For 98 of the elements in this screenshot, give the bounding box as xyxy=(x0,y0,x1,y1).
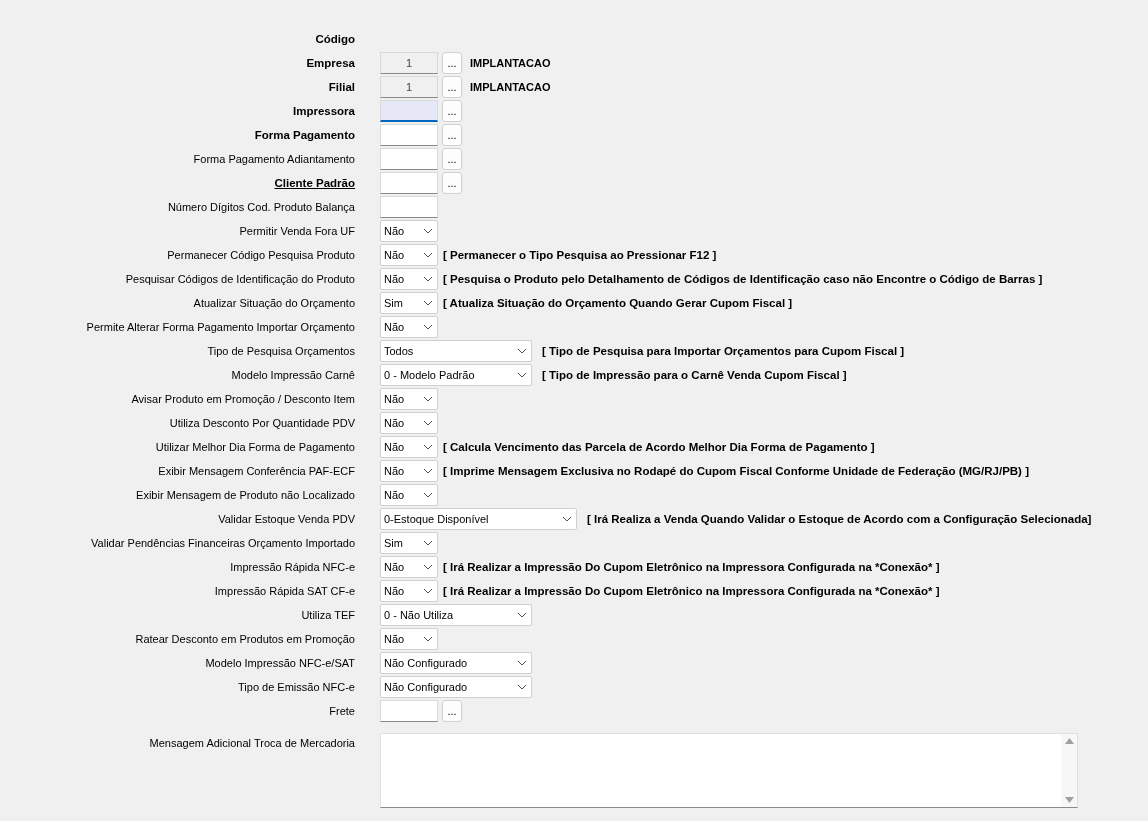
input-field[interactable] xyxy=(380,172,438,194)
dropdown[interactable]: Não xyxy=(380,412,438,434)
field-label: Número Dígitos Cod. Produto Balança xyxy=(167,201,355,213)
description-text: IMPLANTACAO xyxy=(470,57,551,69)
lookup-button[interactable]: ... xyxy=(442,76,462,98)
dropdown[interactable]: Não xyxy=(380,244,438,266)
dropdown[interactable]: Não xyxy=(380,484,438,506)
chevron-down-icon xyxy=(423,492,433,498)
chevron-down-icon xyxy=(423,228,433,234)
input-field[interactable] xyxy=(380,700,438,722)
field-label: Código xyxy=(315,33,355,45)
chevron-down-icon xyxy=(423,564,433,570)
dropdown[interactable]: Todos xyxy=(380,340,532,362)
field-label: Exibir Mensagem de Produto não Localizado xyxy=(136,489,355,501)
lookup-button[interactable]: ... xyxy=(442,124,462,146)
dropdown[interactable]: Sim xyxy=(380,292,438,314)
field-label: Forma Pagamento xyxy=(254,129,355,141)
field-label: Avisar Produto em Promoção / Desconto Item xyxy=(131,393,355,405)
field-label: Permite Alterar Forma Pagamento Importar Orçamento xyxy=(86,321,355,333)
dropdown[interactable]: Não xyxy=(380,556,438,578)
lookup-button[interactable]: ... xyxy=(442,172,462,194)
dropdown[interactable]: 0 - Modelo Padrão xyxy=(380,364,532,386)
input-field[interactable] xyxy=(380,148,438,170)
chevron-down-icon xyxy=(423,444,433,450)
chevron-down-icon xyxy=(423,420,433,426)
chevron-down-icon xyxy=(423,636,433,642)
dropdown[interactable]: Não xyxy=(380,388,438,410)
chevron-down-icon xyxy=(517,684,527,690)
field-label: Tipo de Pesquisa Orçamentos xyxy=(207,345,355,357)
hint-text: [ Calcula Vencimento das Parcela de Acordo Melhor Dia Forma de Pagamento ] xyxy=(443,441,875,453)
dropdown[interactable]: Não Configurado xyxy=(380,676,532,698)
field-label: Utiliza TEF xyxy=(301,609,355,621)
dropdown[interactable]: Não Configurado xyxy=(380,652,532,674)
dropdown[interactable]: Não xyxy=(380,628,438,650)
chevron-down-icon xyxy=(562,516,572,522)
chevron-down-icon xyxy=(423,396,433,402)
lookup-button[interactable]: ... xyxy=(442,148,462,170)
lookup-button[interactable]: ... xyxy=(442,52,462,74)
hint-text: [ Tipo de Pesquisa para Importar Orçamentos para Cupom Fiscal ] xyxy=(542,345,905,357)
hint-text: [ Atualiza Situação do Orçamento Quando Gerar Cupom Fiscal ] xyxy=(443,297,793,309)
field-label: Validar Estoque Venda PDV xyxy=(218,513,355,525)
field-label: Impressora xyxy=(293,105,355,117)
description-text: IMPLANTACAO xyxy=(470,81,551,93)
dropdown[interactable]: Não xyxy=(380,580,438,602)
dropdown[interactable]: Não xyxy=(380,316,438,338)
dropdown[interactable]: Não xyxy=(380,268,438,290)
field-label: Permitir Venda Fora UF xyxy=(239,225,355,237)
field-label: Permanecer Código Pesquisa Produto xyxy=(167,249,355,261)
input-field[interactable] xyxy=(380,196,438,218)
chevron-down-icon xyxy=(423,588,433,594)
chevron-down-icon xyxy=(517,660,527,666)
field-label: Validar Pendências Financeiras Orçamento Importado xyxy=(91,537,355,549)
chevron-down-icon xyxy=(423,276,433,282)
field-label: Tipo de Emissão NFC-e xyxy=(238,681,355,693)
hint-text: [ Tipo de Impressão para o Carnê Venda Cupom Fiscal ] xyxy=(542,369,847,381)
dropdown[interactable]: 0 - Não Utiliza xyxy=(380,604,532,626)
input-field[interactable] xyxy=(380,100,438,122)
scroll-up-icon[interactable] xyxy=(1064,738,1074,744)
field-label: Cliente Padrão xyxy=(274,177,355,189)
field-label: Ratear Desconto em Produtos em Promoção xyxy=(135,633,355,645)
chevron-down-icon xyxy=(423,468,433,474)
hint-text: [ Imprime Mensagem Exclusiva no Rodapé do Cupom Fiscal Conforme Unidade de Federação (MG/RJ/PB) ] xyxy=(443,465,1029,477)
dropdown[interactable]: Não xyxy=(380,220,438,242)
field-label: Modelo Impressão Carnê xyxy=(231,369,355,381)
dropdown[interactable]: Não xyxy=(380,436,438,458)
chevron-down-icon xyxy=(423,300,433,306)
chevron-down-icon xyxy=(517,612,527,618)
chevron-down-icon xyxy=(517,348,527,354)
dropdown[interactable]: 0-Estoque Disponível xyxy=(380,508,577,530)
chevron-down-icon xyxy=(517,372,527,378)
lookup-button[interactable]: ... xyxy=(442,700,462,722)
hint-text: [ Permanecer o Tipo Pesquisa ao Pressionar F12 ] xyxy=(443,249,717,261)
chevron-down-icon xyxy=(423,252,433,258)
hint-text: [ Irá Realiza a Venda Quando Validar o Estoque de Acordo com a Configuração Selecionada] xyxy=(587,513,1092,525)
field-label: Exibir Mensagem Conferência PAF-ECF xyxy=(158,465,355,477)
scrollbar[interactable] xyxy=(1061,734,1077,807)
lookup-button[interactable]: ... xyxy=(442,100,462,122)
field-label: Pesquisar Códigos de Identificação do Produto xyxy=(125,273,355,285)
field-label: Impressão Rápida NFC-e xyxy=(230,561,355,573)
field-label: Impressão Rápida SAT CF-e xyxy=(214,585,355,597)
dropdown[interactable]: Sim xyxy=(380,532,438,554)
field-label: Utiliza Desconto Por Quantidade PDV xyxy=(169,417,355,429)
chevron-down-icon xyxy=(423,324,433,330)
field-label: Modelo Impressão NFC-e/SAT xyxy=(205,657,355,669)
hint-text: [ Pesquisa o Produto pelo Detalhamento de Códigos de Identificação caso não Encontre o Código de Barras ] xyxy=(443,273,1043,285)
scroll-down-icon[interactable] xyxy=(1064,797,1074,803)
field-label: Filial xyxy=(328,81,355,93)
dropdown[interactable]: Não xyxy=(380,460,438,482)
field-label: Frete xyxy=(329,705,355,717)
field-label: Atualizar Situação do Orçamento xyxy=(193,297,355,309)
chevron-down-icon xyxy=(423,540,433,546)
hint-text: [ Irá Realizar a Impressão Do Cupom Eletrônico na Impressora Configurada na *Conexão* ] xyxy=(443,561,940,573)
input-field[interactable] xyxy=(380,124,438,146)
field-label: Utilizar Melhor Dia Forma de Pagamento xyxy=(155,441,355,453)
field-label: Empresa xyxy=(306,57,355,69)
field-label: Forma Pagamento Adiantamento xyxy=(193,153,355,165)
field-label: Mensagem Adicional Troca de Mercadoria xyxy=(149,737,355,749)
hint-text: [ Irá Realizar a Impressão Do Cupom Eletrônico na Impressora Configurada na *Conexão* ] xyxy=(443,585,940,597)
